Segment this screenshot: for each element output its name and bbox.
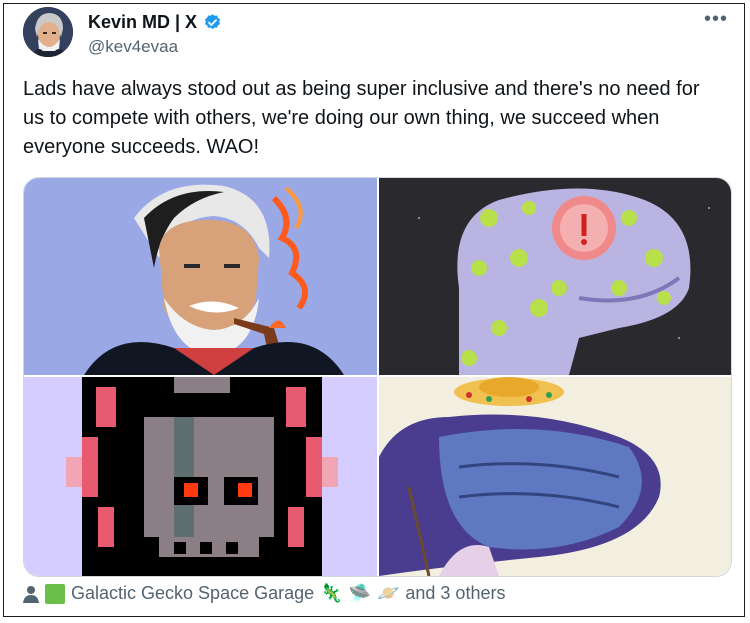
media-image-gecko[interactable] (379, 178, 731, 375)
author-handle[interactable]: @kev4evaa (88, 37, 178, 57)
media-image-pixel-skull[interactable] (24, 377, 377, 576)
tagged-people-row[interactable]: Galactic Gecko Space Garage 🦎 🛸 🪐 and 3 … (23, 583, 505, 604)
person-icon (23, 585, 39, 603)
media-image-bearded-man[interactable] (24, 178, 377, 375)
media-grid (23, 177, 732, 577)
verified-badge-icon (205, 14, 221, 30)
avatar[interactable] (23, 7, 73, 57)
others-count[interactable]: and 3 others (405, 583, 505, 604)
tweet-card: Kevin MD | X @kev4evaa ••• Lads have alw… (3, 3, 745, 617)
author-name-row[interactable]: Kevin MD | X (88, 12, 222, 33)
green-square-icon (45, 583, 65, 604)
ufo-icon: 🛸 (348, 583, 371, 603)
display-name[interactable]: Kevin MD | X (88, 12, 197, 33)
gecko-icon: 🦎 (320, 583, 343, 603)
more-options-icon[interactable]: ••• (704, 8, 728, 31)
media-image-whale[interactable] (379, 377, 731, 576)
planet-icon: 🪐 (376, 583, 400, 603)
community-name[interactable]: Galactic Gecko Space Garage (71, 583, 314, 604)
tweet-text: Lads have always stood out as being supe… (23, 78, 700, 158)
